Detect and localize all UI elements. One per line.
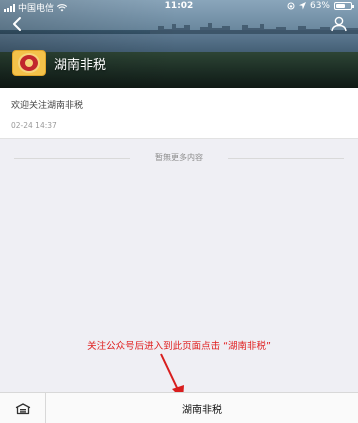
person-icon <box>331 16 347 32</box>
lock-rotation-icon <box>287 2 295 10</box>
battery-percent: 63% <box>309 1 330 11</box>
profile-button[interactable] <box>330 16 348 32</box>
keyboard-toggle-button[interactable] <box>0 393 46 423</box>
welcome-message[interactable]: 欢迎关注湖南非税 02-24 14:37 <box>0 88 358 139</box>
instruction-annotation: 关注公众号后进入到此页面点击 “湖南非税” <box>87 341 271 352</box>
menu-item-hunan-feishui[interactable]: 湖南非税 <box>46 393 358 423</box>
back-button[interactable] <box>8 15 28 33</box>
account-header[interactable]: 湖南非税 <box>12 50 106 76</box>
keyboard-toggle-icon <box>15 402 30 414</box>
status-bar: 中国电信 11:02 63% <box>0 0 358 14</box>
message-text: 欢迎关注湖南非税 <box>11 101 84 111</box>
message-time: 02-24 14:37 <box>11 121 57 130</box>
header-banner: 中国电信 11:02 63% 湖南非税 <box>0 0 358 88</box>
location-icon <box>298 2 306 10</box>
chevron-left-icon <box>13 17 21 31</box>
seal-icon <box>18 53 40 73</box>
battery-icon <box>334 2 354 10</box>
no-more-content: 暂無更多内容 <box>0 152 358 164</box>
bottom-menu-bar: 湖南非税 <box>0 392 358 423</box>
divider-line-right <box>228 158 344 159</box>
account-logo <box>12 50 46 76</box>
account-name: 湖南非税 <box>54 57 107 73</box>
